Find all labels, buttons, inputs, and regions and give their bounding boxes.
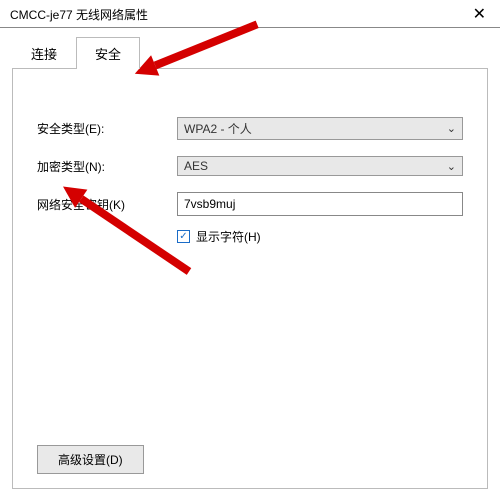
tab-strip: 连接 安全 — [0, 28, 500, 68]
chevron-down-icon: ⌄ — [447, 160, 456, 173]
advanced-settings-button[interactable]: 高级设置(D) — [37, 445, 144, 474]
security-type-dropdown[interactable]: WPA2 - 个人 ⌄ — [177, 117, 463, 140]
window-title: CMCC-je77 无线网络属性 — [10, 6, 148, 23]
row-encryption: 加密类型(N): AES ⌄ — [37, 156, 463, 176]
titlebar: CMCC-je77 无线网络属性 ✕ — [0, 0, 500, 28]
show-characters-label: 显示字符(H) — [196, 228, 261, 245]
tab-connect[interactable]: 连接 — [12, 37, 76, 69]
security-type-value: WPA2 - 个人 — [184, 120, 252, 137]
show-characters-checkbox[interactable]: ✓ — [177, 230, 190, 243]
chevron-down-icon: ⌄ — [447, 122, 456, 135]
close-icon[interactable]: ✕ — [467, 7, 492, 23]
label-network-key: 网络安全密钥(K) — [37, 196, 177, 213]
tab-content: 安全类型(E): WPA2 - 个人 ⌄ 加密类型(N): AES ⌄ 网络安全… — [12, 69, 488, 489]
label-encryption: 加密类型(N): — [37, 158, 177, 175]
advanced-settings-label: 高级设置(D) — [58, 453, 123, 467]
tab-connect-label: 连接 — [31, 47, 57, 62]
label-security-type: 安全类型(E): — [37, 120, 177, 137]
tab-security-label: 安全 — [95, 47, 121, 62]
network-key-input[interactable] — [177, 192, 463, 216]
row-show-characters[interactable]: ✓ 显示字符(H) — [177, 228, 463, 245]
row-security-type: 安全类型(E): WPA2 - 个人 ⌄ — [37, 117, 463, 140]
encryption-value: AES — [184, 159, 208, 173]
tab-security[interactable]: 安全 — [76, 37, 140, 69]
encryption-dropdown[interactable]: AES ⌄ — [177, 156, 463, 176]
row-network-key: 网络安全密钥(K) — [37, 192, 463, 216]
